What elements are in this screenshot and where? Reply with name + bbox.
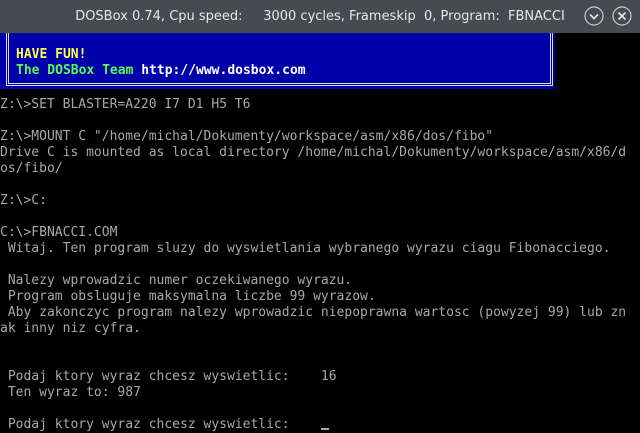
close-button[interactable] (612, 6, 632, 26)
terminal-line: os/fibo/ (0, 161, 63, 176)
banner-url: http://www.dosbox.com (141, 63, 306, 78)
terminal-line: Aby zakonczyc program nalezy wprowadzic … (0, 305, 627, 320)
text-cursor (320, 428, 329, 430)
prompt-line[interactable]: Podaj ktory wyraz chcesz wyswietlic: (0, 417, 329, 433)
terminal-line: Witaj. Ten program sluzy do wyswietlania… (0, 241, 611, 256)
dos-screen[interactable]: HAVE FUN! The DOSBox Team http://www.dos… (0, 33, 640, 433)
close-icon (612, 6, 632, 26)
terminal-line: Z:\>SET BLASTER=A220 I7 D1 H5 T6 (0, 97, 251, 112)
banner-team-line: The DOSBox Team http://www.dosbox.com (16, 63, 306, 79)
banner-team: The DOSBox Team (16, 63, 142, 78)
terminal-line: Podaj ktory wyraz chcesz wyswietlic: 16 (0, 369, 337, 384)
terminal-line: Drive C is mounted as local directory /h… (0, 145, 627, 160)
terminal-line: Nalezy wprowadzic numer oczekiwanego wyr… (0, 273, 353, 288)
terminal-line: ak inny niz cyfra. (0, 321, 141, 336)
welcome-banner: HAVE FUN! The DOSBox Team http://www.dos… (0, 33, 555, 89)
terminal-line: Program obsluguje maksymalna liczbe 99 w… (0, 289, 376, 304)
terminal-line: Ten wyraz to: 987 (0, 385, 141, 400)
chevron-down-icon (584, 6, 604, 26)
minimize-button[interactable] (584, 6, 604, 26)
window-title: DOSBox 0.74, Cpu speed: 3000 cycles, Fra… (75, 9, 565, 24)
terminal-line: C:\>FBNACCI.COM (0, 225, 118, 240)
title-bar[interactable]: DOSBox 0.74, Cpu speed: 3000 cycles, Fra… (0, 0, 640, 33)
prompt-text: Podaj ktory wyraz chcesz wyswietlic: (0, 417, 321, 432)
dosbox-window: DOSBox 0.74, Cpu speed: 3000 cycles, Fra… (0, 0, 640, 433)
terminal-line: Z:\>MOUNT C "/home/michal/Dokumenty/work… (0, 129, 494, 144)
banner-have-fun: HAVE FUN! (16, 47, 87, 62)
terminal-line: Z:\>C: (0, 193, 47, 208)
